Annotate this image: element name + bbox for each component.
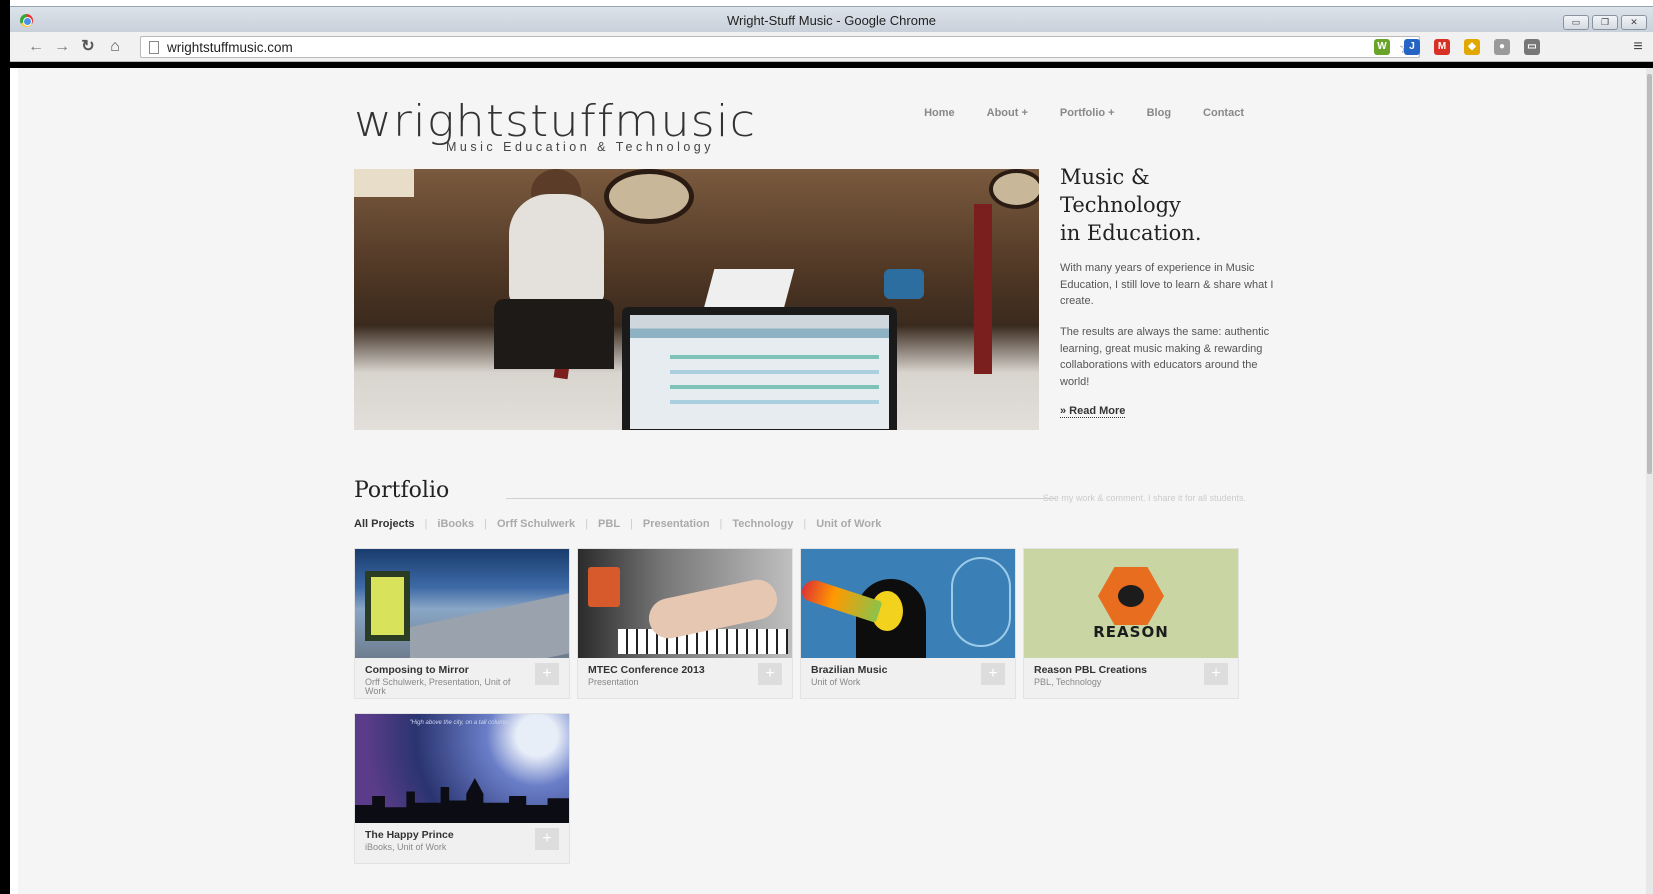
hero-heading: Music & Technology in Education. xyxy=(1060,163,1280,247)
logo-tagline: Music Education & Technology xyxy=(446,140,715,154)
restore-button[interactable]: ❐ xyxy=(1592,15,1618,30)
portfolio-card[interactable]: Composing to Mirror Orff Schulwerk, Pres… xyxy=(354,548,570,699)
portfolio-card-categories: PBL, Technology xyxy=(1034,677,1102,687)
filter-separator: | xyxy=(803,518,807,530)
nav-home[interactable]: Home xyxy=(924,107,955,119)
portfolio-card-title[interactable]: Reason PBL Creations xyxy=(1034,664,1228,676)
portfolio-title: Portfolio xyxy=(354,478,450,503)
portfolio-card-categories: Orff Schulwerk, Presentation, Unit of Wo… xyxy=(365,677,511,696)
nav-contact[interactable]: Contact xyxy=(1203,107,1244,119)
hero-heading-line: Technology xyxy=(1060,193,1181,217)
vertical-scrollbar[interactable] xyxy=(1646,68,1653,894)
expand-plus-button[interactable]: + xyxy=(758,663,782,685)
forward-arrow-icon[interactable]: → xyxy=(52,37,72,57)
hero-heading-line: in Education. xyxy=(1060,221,1202,245)
filter-technology[interactable]: Technology xyxy=(732,518,793,530)
hero-paragraph-2: The results are always the same: authent… xyxy=(1060,326,1270,388)
nav-about[interactable]: About + xyxy=(987,107,1028,119)
filter-orff-schulwerk[interactable]: Orff Schulwerk xyxy=(497,518,575,530)
portfolio-card[interactable]: Brazilian Music Unit of Work + xyxy=(800,548,1016,699)
reason-wordmark: REASON xyxy=(1093,623,1169,641)
scrollbar-thumb[interactable] xyxy=(1647,74,1652,474)
page-viewport: wrightstuffmusic Music Education & Techn… xyxy=(18,68,1646,894)
expand-plus-button[interactable]: + xyxy=(535,828,559,850)
portfolio-card-categories: iBooks, Unit of Work xyxy=(365,842,447,852)
hero-heading-line: Music & xyxy=(1060,165,1150,189)
gmail-extension-icon[interactable]: M xyxy=(1434,39,1450,55)
read-more-link[interactable]: » Read More xyxy=(1060,405,1126,418)
filter-pbl[interactable]: PBL xyxy=(598,518,620,530)
filter-presentation[interactable]: Presentation xyxy=(643,518,710,530)
nav-blog[interactable]: Blog xyxy=(1147,107,1171,119)
close-button[interactable]: ✕ xyxy=(1621,15,1647,30)
portfolio-thumbnail[interactable]: REASON xyxy=(1024,549,1238,658)
filter-all-projects[interactable]: All Projects xyxy=(354,518,415,530)
expand-plus-button[interactable]: + xyxy=(535,663,559,685)
address-bar[interactable]: wrightstuffmusic.com ☆ xyxy=(140,36,1420,58)
filter-separator: | xyxy=(484,518,487,530)
nav-portfolio[interactable]: Portfolio + xyxy=(1060,107,1115,119)
portfolio-card-title[interactable]: Composing to Mirror xyxy=(365,664,559,676)
portfolio-thumbnail[interactable] xyxy=(578,549,792,658)
filter-separator: | xyxy=(719,518,723,530)
minimize-button[interactable]: ▭ xyxy=(1563,15,1589,30)
page-icon xyxy=(149,41,159,54)
browser-window: Wright-Stuff Music - Google Chrome ▭ ❐ ✕… xyxy=(10,0,1653,894)
filter-separator: | xyxy=(585,518,589,530)
portfolio-filters: All Projects | iBooks | Orff Schulwerk |… xyxy=(354,518,881,530)
filter-separator: | xyxy=(424,518,428,530)
back-arrow-icon[interactable]: ← xyxy=(26,37,46,57)
url-text: wrightstuffmusic.com xyxy=(167,40,293,55)
home-icon[interactable]: ⌂ xyxy=(105,37,125,57)
thumbnail-quote: "High above the city, on a tall column..… xyxy=(409,720,515,726)
tag-extension-icon[interactable]: ◆ xyxy=(1464,39,1480,55)
portfolio-card-title[interactable]: The Happy Prince xyxy=(365,829,559,841)
portfolio-card-title[interactable]: MTEC Conference 2013 xyxy=(588,664,782,676)
cast-extension-icon[interactable]: ▭ xyxy=(1524,39,1540,55)
site-logo[interactable]: wrightstuffmusic Music Education & Techn… xyxy=(354,96,755,154)
portfolio-card-categories: Unit of Work xyxy=(811,677,861,687)
portfolio-card[interactable]: REASON Reason PBL Creations PBL, Technol… xyxy=(1023,548,1239,699)
expand-plus-button[interactable]: + xyxy=(1204,663,1228,685)
portfolio-card-title[interactable]: Brazilian Music xyxy=(811,664,1005,676)
portfolio-card[interactable]: "High above the city, on a tall column..… xyxy=(354,713,570,864)
expand-plus-button[interactable]: + xyxy=(981,663,1005,685)
w-extension-icon[interactable]: W xyxy=(1374,39,1390,55)
pocket-extension-icon[interactable]: J xyxy=(1404,39,1420,55)
portfolio-thumbnail[interactable] xyxy=(801,549,1015,658)
portfolio-divider xyxy=(506,498,1056,499)
portfolio-thumbnail[interactable] xyxy=(355,549,569,658)
filter-ibooks[interactable]: iBooks xyxy=(437,518,474,530)
filter-separator: | xyxy=(630,518,633,530)
hero-paragraph-1: With many years of experience in Music E… xyxy=(1060,262,1274,307)
reload-icon[interactable]: ↻ xyxy=(78,37,98,57)
portfolio-thumbnail[interactable]: "High above the city, on a tall column..… xyxy=(355,714,569,823)
portfolio-card[interactable]: MTEC Conference 2013 Presentation + xyxy=(577,548,793,699)
hero-image xyxy=(354,169,1039,430)
portfolio-card-categories: Presentation xyxy=(588,677,639,687)
balloon-extension-icon[interactable]: ● xyxy=(1494,39,1510,55)
window-title: Wright-Stuff Music - Google Chrome xyxy=(726,13,937,28)
portfolio-tagline: See my work & comment. I share it for al… xyxy=(1042,493,1246,503)
main-nav: Home About + Portfolio + Blog Contact xyxy=(924,107,1244,119)
browser-toolbar: ← → ↻ ⌂ wrightstuffmusic.com ☆ WJM ◆ ● ▭ ≡ xyxy=(10,32,1653,62)
menu-icon[interactable]: ≡ xyxy=(1628,37,1648,57)
title-bar: Wright-Stuff Music - Google Chrome ▭ ❐ ✕ xyxy=(10,6,1653,32)
filter-unit-of-work[interactable]: Unit of Work xyxy=(816,518,881,530)
